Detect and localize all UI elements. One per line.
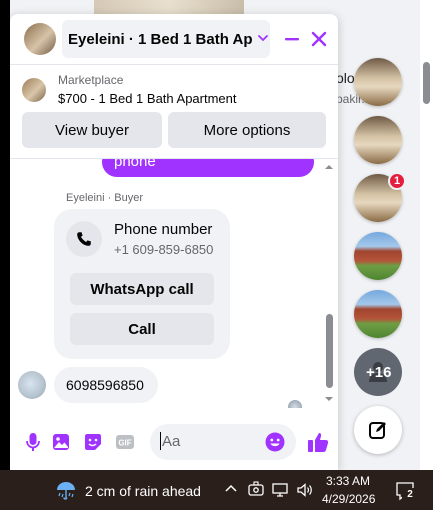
scroll-down-arrow-icon[interactable]: [324, 394, 334, 404]
listing-source: Marketplace: [58, 73, 124, 87]
incoming-message-text: 6098596850: [66, 377, 144, 393]
compose-icon: [369, 422, 386, 439]
weather-text[interactable]: 2 cm of rain ahead: [85, 483, 201, 499]
call-button[interactable]: Call: [70, 313, 214, 345]
chevron-down-icon[interactable]: [256, 31, 270, 45]
chat-title[interactable]: Eyeleini · 1 Bed 1 Bath Apa...: [68, 31, 252, 48]
phone-card-title: Phone number: [114, 221, 213, 238]
background-text: olo: [336, 70, 355, 86]
seen-indicator-avatar: [288, 400, 302, 408]
more-options-button[interactable]: More options: [168, 112, 326, 148]
chevron-up-icon[interactable]: [224, 482, 238, 496]
left-edge: [0, 0, 10, 470]
like-icon[interactable]: [306, 430, 330, 454]
listing-title[interactable]: $700 - 1 Bed 1 Bath Apartment: [58, 91, 237, 106]
view-buyer-button[interactable]: View buyer: [22, 112, 162, 148]
listing-bar: Marketplace $700 - 1 Bed 1 Bath Apartmen…: [10, 65, 338, 159]
listing-thumbnail[interactable]: [22, 78, 46, 102]
emoji-icon[interactable]: [264, 431, 286, 453]
sticker-icon[interactable]: [82, 431, 104, 453]
meet-now-icon[interactable]: [248, 481, 264, 499]
chat-window: Eyeleini · 1 Bed 1 Bath Apa... Marketpla…: [10, 14, 338, 470]
phone-icon: [77, 232, 91, 246]
phone-card-number: +1 609-859-6850: [114, 242, 214, 257]
message-input[interactable]: Aa: [162, 433, 180, 450]
clock-time[interactable]: 3:33 AM: [326, 474, 396, 488]
unread-badge: 1: [388, 172, 406, 190]
image-icon[interactable]: [50, 431, 72, 453]
chat-head[interactable]: [354, 116, 402, 164]
more-chats-count: +16: [366, 364, 392, 381]
svg-text:GIF: GIF: [118, 439, 131, 448]
clock-date[interactable]: 4/29/2026: [322, 492, 396, 506]
sender-label: Eyeleini · Buyer: [66, 192, 144, 204]
minimize-icon[interactable]: [282, 29, 302, 49]
scroll-up-arrow-icon[interactable]: [324, 162, 334, 172]
rain-icon[interactable]: [54, 478, 78, 502]
outgoing-message-text: phone: [114, 159, 156, 170]
page-scrollbar-thumb[interactable]: [423, 62, 430, 104]
network-icon[interactable]: [271, 481, 289, 499]
notification-count: 2: [402, 488, 418, 502]
message-scrollbar-thumb[interactable]: [326, 314, 333, 388]
close-icon[interactable]: [308, 28, 330, 50]
gif-icon[interactable]: GIF: [114, 431, 136, 453]
chat-head[interactable]: [354, 290, 402, 338]
mic-icon[interactable]: [22, 431, 44, 453]
chat-head[interactable]: [354, 232, 402, 280]
message-list[interactable]: phone Eyeleini · Buyer Phone number +1 6…: [10, 159, 338, 408]
volume-icon[interactable]: [296, 481, 314, 499]
contact-avatar[interactable]: [24, 23, 56, 55]
background-image: [94, 0, 244, 14]
whatsapp-call-button[interactable]: WhatsApp call: [70, 273, 214, 305]
composer-bar: GIF Aa: [10, 418, 338, 470]
chat-head[interactable]: [354, 58, 402, 106]
text-caret: [160, 432, 161, 450]
buyer-avatar[interactable]: [18, 371, 46, 399]
